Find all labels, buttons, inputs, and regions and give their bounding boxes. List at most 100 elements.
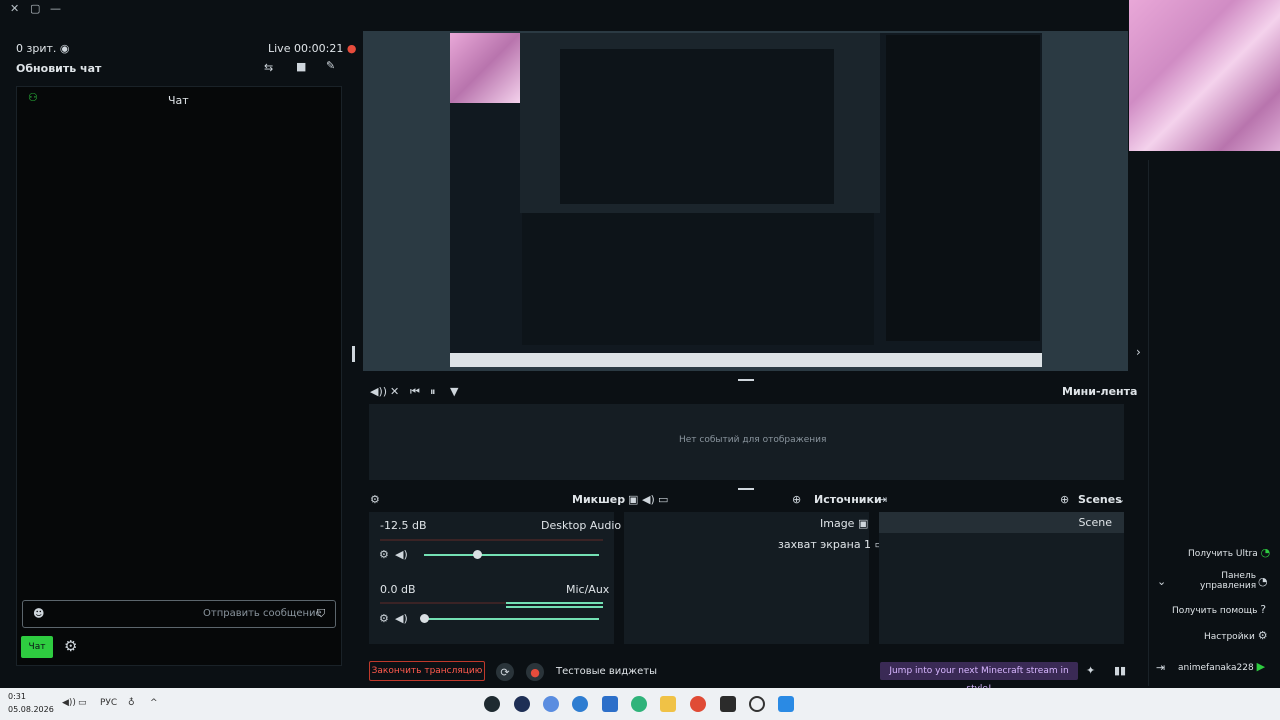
source-item[interactable]: Image ▣ xyxy=(820,517,868,530)
streamlabs-taskbar-icon[interactable] xyxy=(484,696,500,712)
mixer-window-icon[interactable]: ▭ xyxy=(658,494,668,505)
volume-icon[interactable]: ◀)) xyxy=(370,386,387,397)
add-source-icon[interactable]: ⊕ xyxy=(792,494,801,505)
image-icon: ▣ xyxy=(857,517,869,530)
emoji-icon[interactable]: ☻ xyxy=(33,608,44,619)
chevron-down-icon[interactable]: ⌄ xyxy=(1116,494,1125,505)
test-widgets-button[interactable]: Тестовые виджеты xyxy=(556,666,657,677)
get-ultra-link[interactable]: Получить Ultra ◔ xyxy=(1188,547,1270,559)
edit-icon[interactable]: ✎ xyxy=(326,60,335,71)
mixer-title: Микшер xyxy=(572,493,626,506)
preview-taskbar xyxy=(450,353,1042,367)
preview-avatar xyxy=(450,33,520,103)
chat-title: Чат xyxy=(168,94,189,107)
preview-chat xyxy=(886,35,1040,341)
speaker-icon[interactable]: ◀) xyxy=(395,549,408,560)
mixer-channel-level: -12.5 dB xyxy=(380,519,427,532)
task-view-icon[interactable] xyxy=(720,696,736,712)
badge-icon[interactable]: ⛉ xyxy=(317,608,325,619)
folder-taskbar-icon[interactable] xyxy=(660,696,676,712)
promo-banner[interactable]: Jump into your next Minecraft stream in … xyxy=(880,662,1078,694)
browser-taskbar-icon[interactable] xyxy=(631,696,647,712)
panel-resize-handle[interactable] xyxy=(738,379,754,381)
minimize-icon[interactable]: — xyxy=(50,3,61,14)
sources-title: Источники xyxy=(814,493,882,506)
chevron-down-icon[interactable]: ⌄ xyxy=(1157,576,1166,587)
end-stream-button[interactable]: Закончить трансляцию xyxy=(369,661,485,681)
help-link[interactable]: Получить помощь ? xyxy=(1172,604,1266,616)
refresh-icon[interactable]: ⟳ xyxy=(496,663,514,681)
mixer-channel-level: 0.0 dB xyxy=(380,583,416,596)
help-icon: ? xyxy=(1260,603,1267,616)
mixer-panel: -12.5 dB Desktop Audio ⚙ ◀) 0.0 dB Mic/A… xyxy=(369,512,621,644)
audio-meter xyxy=(380,539,603,541)
app2-taskbar-icon[interactable] xyxy=(543,696,559,712)
volume-slider[interactable] xyxy=(424,554,599,556)
channel-settings-icon[interactable]: ⚙ xyxy=(379,613,389,624)
chat-input[interactable]: ☻ Отправить сообщение ⛉ xyxy=(22,600,336,628)
close-icon[interactable]: ✕ xyxy=(10,3,19,14)
webcam-avatar xyxy=(1129,0,1280,151)
viewers-count: 0 зрит. ◉ xyxy=(16,42,70,55)
audio-meter-fill xyxy=(506,602,603,604)
maximize-icon[interactable]: ▢ xyxy=(30,3,40,14)
share-icon[interactable]: ⇆ xyxy=(264,62,273,73)
chat-area xyxy=(16,86,342,666)
minilenta-title: Мини-лента xyxy=(1062,385,1138,398)
stream-preview xyxy=(450,33,1042,367)
live-dot-icon: ● xyxy=(346,42,357,55)
volume-slider-knob[interactable] xyxy=(420,614,429,623)
mixer-settings-icon[interactable]: ⚙ xyxy=(370,494,380,505)
tray-expand-icon[interactable]: ^ xyxy=(150,698,158,708)
refresh-chat-button[interactable]: Обновить чат xyxy=(16,62,101,75)
channel-settings-icon[interactable]: ⚙ xyxy=(379,549,389,560)
skip-back-icon[interactable]: ⏮ xyxy=(410,386,420,397)
username: animefanaka228 ▶ xyxy=(1178,660,1266,673)
add-scene-icon[interactable]: ⊕ xyxy=(1060,494,1069,505)
eye-icon: ◉ xyxy=(59,42,70,55)
audio-meter-fill xyxy=(506,606,603,608)
settings-link[interactable]: Настройки ⚙ xyxy=(1204,630,1268,642)
gift-icon[interactable]: ✦ xyxy=(1086,665,1095,676)
chat-input-placeholder: Отправить сообщение xyxy=(203,608,322,619)
record-icon[interactable]: ● xyxy=(526,663,544,681)
taskbar-clock[interactable]: 0:31 05.08.2026 xyxy=(8,690,54,716)
users-icon[interactable]: ⚇ xyxy=(28,92,38,103)
store-taskbar-icon[interactable] xyxy=(602,696,618,712)
minilenta-panel: Нет событий для отображения xyxy=(369,404,1124,480)
network-tray-icon[interactable]: ▭ xyxy=(78,698,87,708)
source-item[interactable]: захват экрана 1 ▭ xyxy=(778,538,885,551)
chrome-taskbar-icon[interactable] xyxy=(690,696,706,712)
scene-item[interactable]: Scene xyxy=(879,512,1124,533)
mixer-channel-name: Mic/Aux xyxy=(566,583,610,596)
search-icon[interactable] xyxy=(749,696,765,712)
send-chat-button[interactable]: Чат xyxy=(21,636,53,658)
stats-icon[interactable]: ▮▮ xyxy=(1114,665,1126,676)
chevron-right-icon[interactable]: › xyxy=(1136,346,1141,358)
volume-slider[interactable] xyxy=(424,618,599,620)
settings-icon: ⚙ xyxy=(1257,629,1268,642)
app3-taskbar-icon[interactable] xyxy=(572,696,588,712)
logout-icon[interactable]: ⇥ xyxy=(1156,662,1165,673)
filter-icon[interactable]: ▼ xyxy=(450,386,458,397)
dashboard-link[interactable]: Панель управления xyxy=(1200,571,1256,591)
taskbar: 0:31 05.08.2026 ◀)) ▭ РУС ♁ ^ xyxy=(0,688,1280,720)
camera-icon[interactable]: ■ xyxy=(296,61,306,72)
mixer-audio-icon[interactable]: ◀) xyxy=(642,494,655,505)
mic-tray-icon[interactable]: ♁ xyxy=(128,698,135,708)
language-indicator[interactable]: РУС xyxy=(100,698,117,708)
gear-icon[interactable]: ⚙ xyxy=(64,639,77,654)
volume-tray-icon[interactable]: ◀)) xyxy=(62,698,76,708)
speaker-icon[interactable]: ◀) xyxy=(395,613,408,624)
windows-start-icon[interactable] xyxy=(778,696,794,712)
resize-handle[interactable] xyxy=(352,346,355,362)
ultra-icon: ◔ xyxy=(1260,546,1271,559)
volume-slider-knob[interactable] xyxy=(472,550,482,559)
collapse-sources-icon[interactable]: ⇥ xyxy=(878,494,887,505)
panel-resize-handle-2[interactable] xyxy=(738,488,754,490)
mixer-unlink-icon[interactable]: ▣ xyxy=(628,494,638,505)
preview-nested-panels xyxy=(522,213,874,345)
mute-icon[interactable]: ✕ xyxy=(390,386,399,397)
app-taskbar-icon[interactable] xyxy=(514,696,530,712)
pause-icon[interactable]: ⏸ xyxy=(430,386,436,397)
